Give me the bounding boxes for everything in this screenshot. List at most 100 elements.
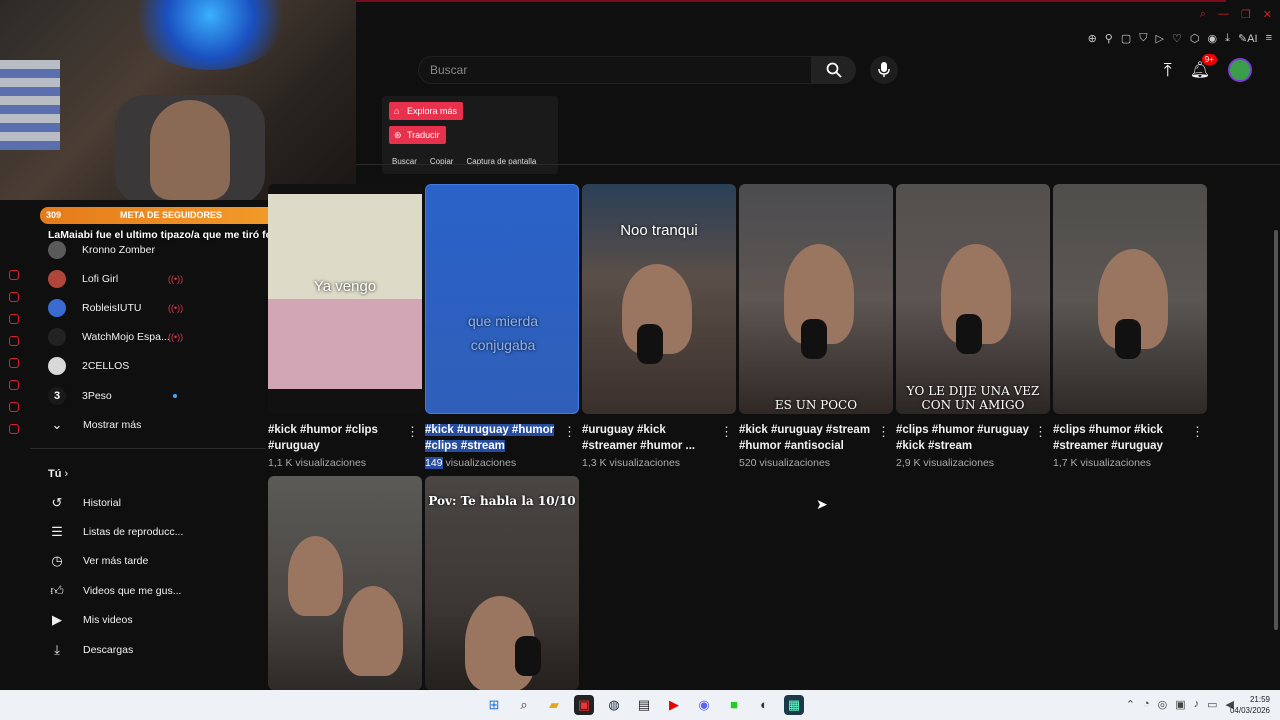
app-icon[interactable]: [9, 270, 19, 280]
short-thumbnail[interactable]: [1053, 184, 1207, 414]
notifications-button[interactable]: 🔔︎ 9+: [1190, 54, 1217, 80]
app-icon[interactable]: [9, 358, 19, 368]
short-title[interactable]: #kick #humor #clips #uruguay: [268, 422, 402, 454]
more-options-icon[interactable]: ⋮: [1191, 424, 1204, 440]
close-icon[interactable]: ✕: [1263, 8, 1272, 21]
app-icon[interactable]: ▣: [574, 695, 594, 715]
translate-button[interactable]: ⊛ Traducir: [389, 126, 446, 144]
more-options-icon[interactable]: ⋮: [563, 424, 576, 440]
extension-icon[interactable]: ⬡: [1190, 32, 1200, 45]
app-icon[interactable]: ◔: [1143, 698, 1150, 711]
short-views: 1,7 K visualizaciones: [1053, 457, 1152, 469]
nav-downloads[interactable]: ⤓ Descargas: [48, 640, 133, 660]
explore-button[interactable]: ⌂ Explora más: [389, 102, 464, 120]
app-icon[interactable]: [9, 314, 19, 324]
kick-icon[interactable]: ■: [724, 695, 744, 715]
more-options-icon[interactable]: ⋮: [1034, 424, 1047, 440]
clock[interactable]: 21:59 04/03/2026: [1230, 694, 1270, 716]
windows-start-icon[interactable]: ⊞: [484, 695, 504, 715]
you-section-heading[interactable]: Tú ›: [48, 468, 68, 480]
app-icon[interactable]: ◎: [1158, 698, 1168, 711]
nav-history[interactable]: ↺ Historial: [48, 493, 121, 513]
upload-icon[interactable]: ⤒: [1164, 60, 1172, 81]
app-icon[interactable]: [9, 424, 19, 434]
sidebar-item-watchmojo[interactable]: WatchMojo Espa... ((•)): [48, 327, 183, 347]
maximize-icon[interactable]: ❐: [1241, 8, 1251, 21]
app-icon[interactable]: [9, 336, 19, 346]
short-title[interactable]: #clips #humor #kick #streamer #uruguay: [1053, 422, 1187, 454]
channel-name: Lofi Girl: [82, 273, 119, 285]
short-thumbnail[interactable]: Ya vengo: [268, 184, 422, 414]
short-title[interactable]: #kick #uruguay #humor #clips #stream: [425, 422, 559, 454]
steam-icon[interactable]: ◍: [604, 695, 624, 715]
short-views: 1,1 K visualizaciones: [268, 457, 367, 469]
short-title[interactable]: #kick #uruguay #stream #humor #antisocia…: [739, 422, 873, 454]
discord-icon[interactable]: ◉: [694, 695, 714, 715]
sidebar-item-robleisiutu[interactable]: RobleisIUTU ((•)): [48, 298, 183, 318]
avatar[interactable]: [1228, 58, 1252, 82]
chevron-right-icon: ›: [64, 468, 69, 480]
scrollbar[interactable]: [1274, 230, 1278, 630]
app-icon[interactable]: ▣: [1175, 698, 1185, 711]
ai-icon[interactable]: ✎AI: [1238, 32, 1258, 45]
short-views: 2,9 K visualizaciones: [896, 457, 995, 469]
monitor-icon[interactable]: ▭: [1207, 698, 1217, 711]
search-button[interactable]: [812, 56, 856, 84]
microphone-icon[interactable]: ♪: [1194, 698, 1200, 711]
accent-line: [356, 0, 1226, 2]
more-options-icon[interactable]: ⋮: [877, 424, 890, 440]
app-icon[interactable]: [9, 402, 19, 412]
short-title[interactable]: #uruguay #kick #streamer #humor ...: [582, 422, 716, 454]
explore-icon: ⌂: [394, 106, 400, 116]
app-icon[interactable]: ▤: [634, 695, 654, 715]
nav-label: Historial: [83, 497, 121, 509]
mouse-cursor-icon: ➤: [816, 496, 828, 512]
heart-icon[interactable]: ♡: [1172, 32, 1182, 45]
crop-icon[interactable]: ▢: [1121, 32, 1131, 45]
live-icon: ((•)): [168, 332, 184, 342]
nav-watch-later[interactable]: ◷ Ver más tarde: [48, 551, 148, 571]
search-input[interactable]: Buscar: [418, 56, 812, 84]
short-thumbnail[interactable]: que mierda conjugaba: [425, 184, 579, 414]
short-caption: ES UN POCO: [774, 398, 858, 412]
nav-playlists[interactable]: ☰ Listas de reproducc...: [48, 522, 183, 542]
search-icon[interactable]: ⌕: [514, 695, 534, 715]
short-thumbnail[interactable]: YO LE DIJE UNA VEZ CON UN AMIGO: [896, 184, 1050, 414]
nav-my-videos[interactable]: ▶ Mis videos: [48, 610, 133, 630]
shield-icon[interactable]: ⛉: [1139, 32, 1147, 45]
minimize-icon[interactable]: —: [1218, 8, 1229, 21]
file-explorer-icon[interactable]: ▰: [544, 695, 564, 715]
sidebar-item-lofi-girl[interactable]: Lofi Girl ((•)): [48, 269, 183, 289]
translate-icon: ⊛: [394, 130, 402, 140]
menu-icon[interactable]: ≡: [1266, 32, 1272, 44]
youtube-icon[interactable]: ▶: [664, 695, 684, 715]
short-thumbnail[interactable]: Noo tranqui: [582, 184, 736, 414]
nav-liked-videos[interactable]: 👍︎ Videos que me gus...: [48, 581, 181, 601]
sidebar-item-kronno-zomber[interactable]: Kronno Zomber: [48, 240, 155, 260]
chevron-up-icon[interactable]: ⌃: [1126, 698, 1135, 711]
download-icon[interactable]: ⤓: [1225, 32, 1230, 45]
app-icon[interactable]: ▦: [784, 695, 804, 715]
profile-icon[interactable]: ◉: [1207, 32, 1217, 45]
short-thumbnail[interactable]: ES UN POCO: [739, 184, 893, 414]
playlist-icon: ☰: [51, 524, 63, 539]
search-icon[interactable]: ⌕: [1200, 8, 1206, 21]
more-options-icon[interactable]: ⋮: [720, 424, 733, 440]
show-more-button[interactable]: ⌄ Mostrar más: [48, 415, 142, 435]
sidebar-item-2cellos[interactable]: 2CELLOS: [48, 356, 129, 376]
clock-icon: ◷: [51, 553, 63, 568]
send-icon[interactable]: ▷: [1156, 32, 1164, 45]
channel-avatar: [48, 299, 66, 317]
sidebar-item-3peso[interactable]: 3 3Peso: [48, 386, 177, 406]
voice-search-button[interactable]: [870, 56, 898, 84]
short-thumbnail[interactable]: [268, 476, 422, 690]
short-title[interactable]: #clips #humor #uruguay #kick #stream: [896, 422, 1030, 454]
short-thumbnail[interactable]: Pov: Te habla la 10/10: [425, 476, 579, 690]
window-controls: ⌕ — ❐ ✕: [1200, 8, 1272, 21]
app-icon[interactable]: [9, 380, 19, 390]
pin-icon[interactable]: ⚲: [1105, 32, 1113, 45]
more-options-icon[interactable]: ⋮: [406, 424, 419, 440]
zoom-icon[interactable]: ⊕: [1088, 32, 1097, 45]
app-icon[interactable]: [9, 292, 19, 302]
app-icon[interactable]: ◐: [754, 695, 774, 715]
